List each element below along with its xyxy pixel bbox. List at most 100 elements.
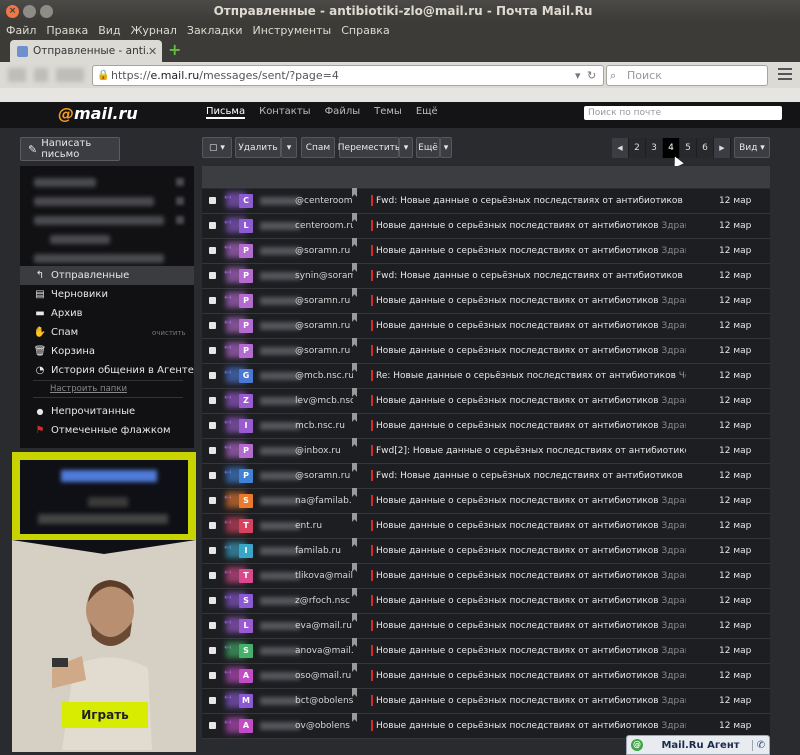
menu-bookmarks[interactable]: Закладки [187,24,243,37]
phone-icon[interactable]: ✆ [752,739,769,751]
message-row[interactable]: ↤Aoso@mail.ruНовые данные о серьёзных по… [202,663,770,689]
folder-sent[interactable]: ↰ Отправленные [20,266,194,285]
menu-view[interactable]: Вид [98,24,120,37]
minimize-window-button[interactable] [23,4,36,18]
account-3[interactable] [34,216,164,225]
bookmark-flag-icon[interactable] [352,213,357,222]
bookmark-flag-icon[interactable] [352,263,357,272]
account-1[interactable] [34,178,96,187]
message-checkbox[interactable] [209,672,216,679]
account-4[interactable] [50,235,110,244]
bookmark-flag-icon[interactable] [352,713,357,722]
message-row[interactable]: ↤P@soramn.ruНовые данные о серьёзных пос… [202,288,770,314]
history-button[interactable] [56,68,84,82]
message-checkbox[interactable] [209,447,216,454]
message-row[interactable]: ↤P@soramn.ruНовые данные о серьёзных пос… [202,313,770,339]
message-row[interactable]: ↤Imcb.nsc.ruНовые данные о серьёзных пос… [202,413,770,439]
page-6[interactable]: 6 [697,138,714,158]
menu-icon[interactable] [778,68,792,83]
bookmark-flag-icon[interactable] [352,363,357,372]
filter-unread[interactable]: ● Непрочитанные [20,402,194,421]
delete-menu-chevron-icon[interactable]: ▾ [281,137,297,158]
folder-drafts[interactable]: ▤ Черновики [20,285,194,304]
menu-edit[interactable]: Правка [46,24,88,37]
bookmark-flag-icon[interactable] [352,463,357,472]
folder-spam[interactable]: ✋ Спам очистить [20,323,194,342]
message-row[interactable]: ↤Sna@familab.Новые данные о серьёзных по… [202,488,770,514]
message-checkbox[interactable] [209,422,216,429]
address-bar[interactable]: 🔒 https://e.mail.ru/messages/sent/?page=… [92,65,604,86]
new-tab-icon[interactable]: + [168,42,182,58]
move-chevron-icon[interactable]: ▾ [399,137,413,158]
mail-logo[interactable]: @mail.ru [58,104,138,123]
delete-button[interactable]: Удалить [235,137,281,158]
compose-button[interactable]: ✎ Написать письмо [20,137,120,161]
clear-spam-link[interactable]: очистить [152,329,186,337]
message-row[interactable]: ↤Zlev@mcb.nscНовые данные о серьёзных по… [202,388,770,414]
bookmark-flag-icon[interactable] [352,288,357,297]
more-button[interactable]: Ещё [416,137,440,158]
message-checkbox[interactable] [209,272,216,279]
nav-contacts[interactable]: Контакты [259,106,310,119]
folder-archive[interactable]: ▬ Архив [20,304,194,323]
folder-agent-history[interactable]: ◔ История общения в Агенте [20,361,194,380]
message-checkbox[interactable] [209,372,216,379]
prev-page-icon[interactable]: ◀ [612,138,629,158]
message-checkbox[interactable] [209,472,216,479]
message-row[interactable]: ↤C@centeroom.ruFwd: Новые данные о серьё… [202,188,770,214]
message-checkbox[interactable] [209,222,216,229]
bookmark-flag-icon[interactable] [352,313,357,322]
message-checkbox[interactable] [209,347,216,354]
account-2[interactable] [34,197,154,206]
play-button[interactable]: Играть [62,702,148,728]
message-checkbox[interactable] [209,647,216,654]
bookmark-flag-icon[interactable] [352,238,357,247]
folder-trash[interactable]: 🗑 Корзина [20,342,194,361]
bookmark-flag-icon[interactable] [352,388,357,397]
account-5[interactable] [34,254,164,263]
close-window-button[interactable]: × [6,4,19,18]
filter-flagged[interactable]: ⚑ Отмеченные флажком [20,421,194,440]
message-row[interactable]: ↤Ifamilab.ruНовые данные о серьёзных пос… [202,538,770,564]
message-row[interactable]: ↤Ttlikova@mailНовые данные о серьёзных п… [202,563,770,589]
back-button[interactable] [8,68,26,82]
browser-tab[interactable]: Отправленные - anti... ✕ [10,40,162,62]
page-5[interactable]: 5 [680,138,697,158]
next-page-icon[interactable]: ▶ [714,138,731,158]
bookmark-flag-icon[interactable] [352,563,357,572]
reload-icon[interactable]: ↻ [587,69,603,82]
spam-button[interactable]: Спам [301,137,335,158]
message-checkbox[interactable] [209,297,216,304]
nav-files[interactable]: Файлы [325,106,361,119]
bookmark-flag-icon[interactable] [352,188,357,197]
message-row[interactable]: ↤P@soramn.ruFwd: Новые данные о серьёзны… [202,463,770,489]
message-checkbox[interactable] [209,247,216,254]
message-row[interactable]: ↤Sanova@mail.Новые данные о серьёзных по… [202,638,770,664]
maximize-window-button[interactable] [40,4,53,18]
bookmark-flag-icon[interactable] [352,538,357,547]
message-row[interactable]: ↤P@inbox.ruFwd[2]: Новые данные о серьёз… [202,438,770,464]
bookmark-flag-icon[interactable] [352,613,357,622]
move-button[interactable]: Переместить [338,137,400,158]
chevron-down-icon[interactable]: ▾ [575,69,587,82]
bookmark-flag-icon[interactable] [352,688,357,697]
bookmark-flag-icon[interactable] [352,338,357,347]
message-checkbox[interactable] [209,522,216,529]
mail-search-input[interactable]: Поиск по почте [584,106,782,120]
message-checkbox[interactable] [209,397,216,404]
bookmark-flag-icon[interactable] [352,488,357,497]
message-checkbox[interactable] [209,697,216,704]
nav-themes[interactable]: Темы [374,106,402,119]
select-all-checkbox[interactable]: ▢ ▾ [202,137,232,158]
message-row[interactable]: ↤P@soramn.ruНовые данные о серьёзных пос… [202,338,770,364]
message-checkbox[interactable] [209,597,216,604]
ad-banner[interactable]: Играть [12,452,196,752]
menu-tools[interactable]: Инструменты [253,24,332,37]
browser-search-input[interactable]: ⌕ Поиск [606,65,768,86]
message-row[interactable]: ↤G@mcb.nsc.ruRe: Новые данные о серьёзны… [202,363,770,389]
message-checkbox[interactable] [209,572,216,579]
view-button[interactable]: Вид ▾ [734,137,770,158]
message-row[interactable]: ↤Tent.ruНовые данные о серьёзных последс… [202,513,770,539]
bookmark-flag-icon[interactable] [352,588,357,597]
message-row[interactable]: ↤Sz@rfoch.nscНовые данные о серьёзных по… [202,588,770,614]
